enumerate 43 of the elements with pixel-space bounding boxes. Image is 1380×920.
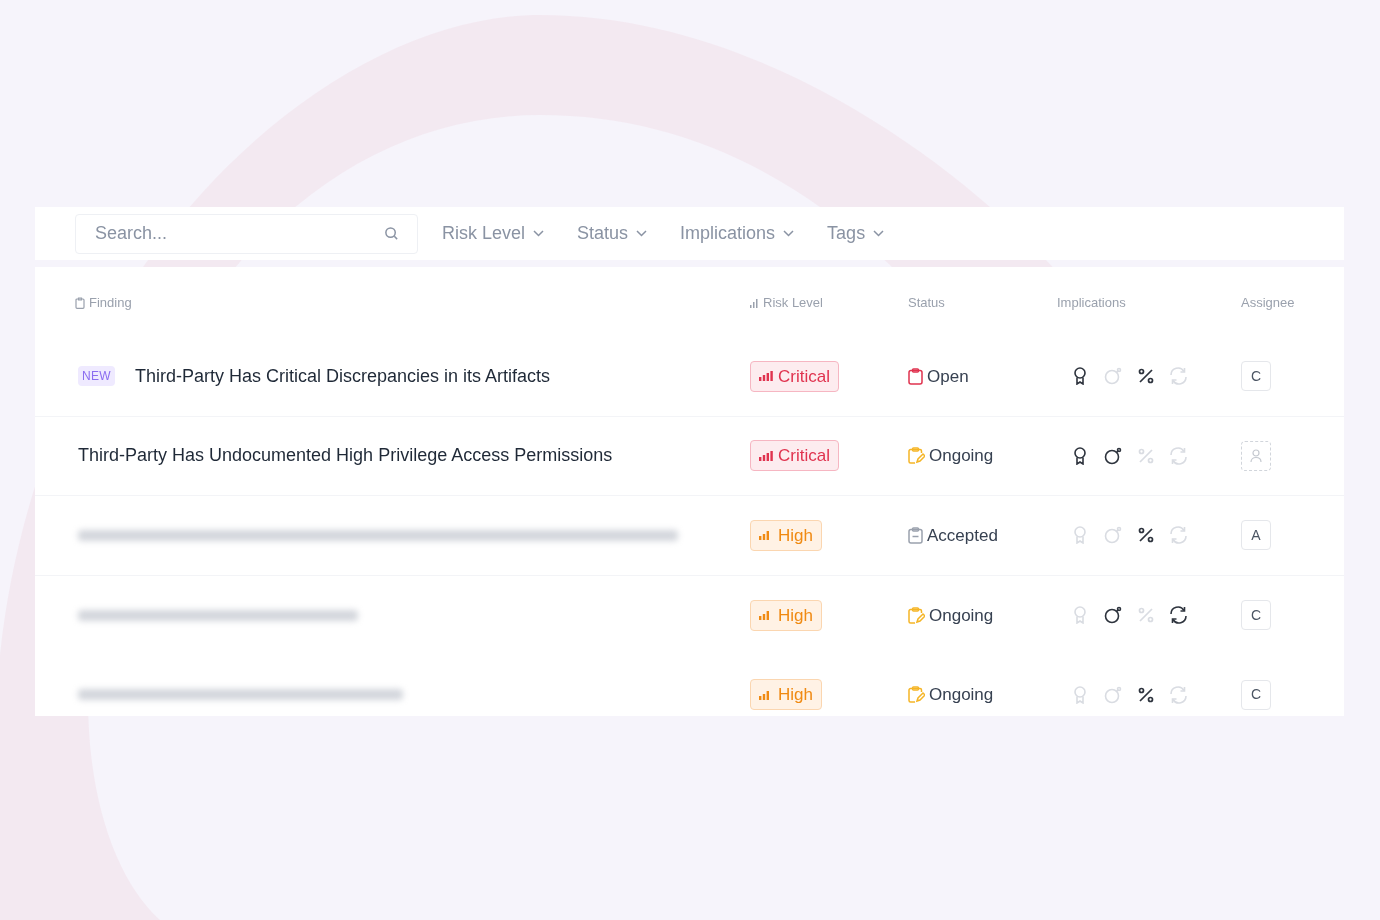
- status-label: Ongoing: [929, 604, 994, 627]
- filter-dropdown[interactable]: Tags: [827, 220, 885, 247]
- finding-title[interactable]: Third-Party Has Critical Discrepancies in its Artifacts: [134, 362, 550, 390]
- clipboard-icon: [75, 297, 85, 309]
- filter-dropdown[interactable]: Status: [577, 220, 648, 247]
- risk-badge: High: [750, 519, 822, 551]
- filter-dropdown[interactable]: Risk Level: [442, 220, 545, 247]
- unassigned-avatar[interactable]: [1241, 440, 1271, 471]
- clipboard-edit-icon: [908, 606, 925, 624]
- filter-dropdown[interactable]: Implications: [680, 220, 795, 247]
- signal-bars-icon: [759, 450, 773, 461]
- clipboard-icon: [908, 367, 923, 385]
- initial-avatar[interactable]: A: [1241, 520, 1271, 551]
- clipboard-icon: [908, 526, 923, 544]
- status-label: Open: [927, 365, 969, 388]
- column-header[interactable]: Finding: [89, 293, 132, 313]
- column-header[interactable]: Assignee: [1241, 293, 1295, 313]
- finding-title[interactable]: Third-Party Has Undocumented High Privilege Access Permissions: [78, 442, 613, 470]
- search-field[interactable]: Search...: [75, 213, 418, 254]
- chevron-down-icon: [873, 230, 885, 237]
- signal-bars-icon: [750, 298, 759, 308]
- chevron-down-icon: [636, 230, 648, 237]
- column-header[interactable]: Implications: [1057, 293, 1126, 313]
- signal-bars-icon: [759, 371, 773, 382]
- new-badge: NEW: [78, 366, 115, 387]
- column-header[interactable]: Risk Level: [763, 293, 823, 313]
- initial-avatar[interactable]: C: [1241, 361, 1271, 392]
- status-label: Ongoing: [929, 445, 994, 467]
- column-header[interactable]: Status: [908, 293, 945, 313]
- risk-badge: High: [750, 599, 822, 631]
- chevron-down-icon: [533, 230, 545, 237]
- risk-badge: Critical: [750, 360, 839, 392]
- clipboard-edit-icon: [908, 686, 925, 704]
- chevron-down-icon: [783, 230, 795, 237]
- search-icon: [384, 225, 399, 241]
- status-label: Accepted: [927, 524, 998, 547]
- user-icon: [1250, 448, 1262, 463]
- risk-badge: High: [750, 679, 822, 711]
- initial-avatar[interactable]: C: [1241, 600, 1271, 631]
- status-label: Ongoing: [929, 684, 994, 706]
- initial-avatar[interactable]: C: [1241, 679, 1271, 710]
- risk-badge: Critical: [750, 440, 839, 472]
- clipboard-edit-icon: [908, 447, 925, 465]
